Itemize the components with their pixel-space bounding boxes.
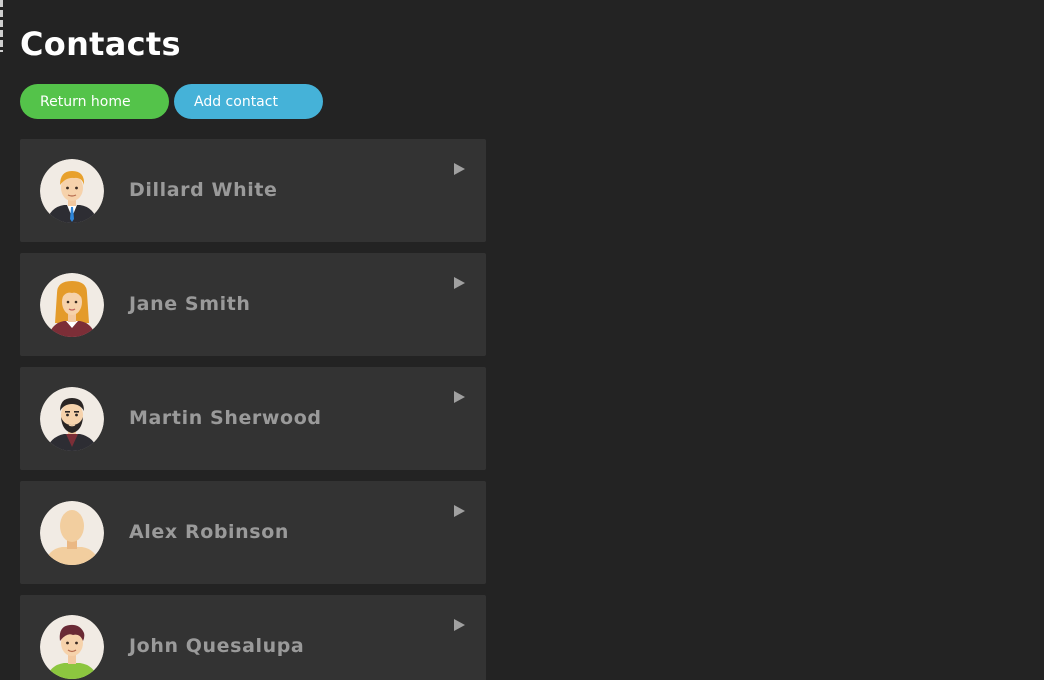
contact-card[interactable]: Jane Smith [20, 253, 486, 356]
contact-name: Alex Robinson [129, 521, 289, 543]
contact-card[interactable]: Martin Sherwood [20, 367, 486, 470]
triangle-right-icon[interactable] [454, 391, 465, 403]
triangle-right-icon[interactable] [454, 277, 465, 289]
return-home-button[interactable]: Return home [20, 84, 169, 119]
triangle-right-icon[interactable] [454, 163, 465, 175]
contact-card[interactable]: Dillard White [20, 139, 486, 242]
contact-name: Jane Smith [129, 293, 251, 315]
add-contact-button[interactable]: Add contact [174, 84, 323, 119]
edge-marker [0, 0, 3, 52]
contacts-page: Contacts Return home Add contact Dillard… [0, 0, 1044, 680]
man-beard-avatar [40, 387, 104, 451]
triangle-right-icon[interactable] [454, 505, 465, 517]
triangle-right-icon[interactable] [454, 619, 465, 631]
contact-name: Martin Sherwood [129, 407, 322, 429]
man-suit-avatar [40, 159, 104, 223]
contact-card[interactable]: Alex Robinson [20, 481, 486, 584]
young-man-avatar [40, 615, 104, 679]
contact-list: Dillard White Jane Smith Martin Sherwood… [20, 139, 486, 680]
contact-name: Dillard White [129, 179, 278, 201]
contact-card[interactable]: John Quesalupa [20, 595, 486, 680]
woman-avatar [40, 273, 104, 337]
page-title: Contacts [20, 25, 181, 63]
blank-avatar [40, 501, 104, 565]
contact-name: John Quesalupa [129, 635, 305, 657]
